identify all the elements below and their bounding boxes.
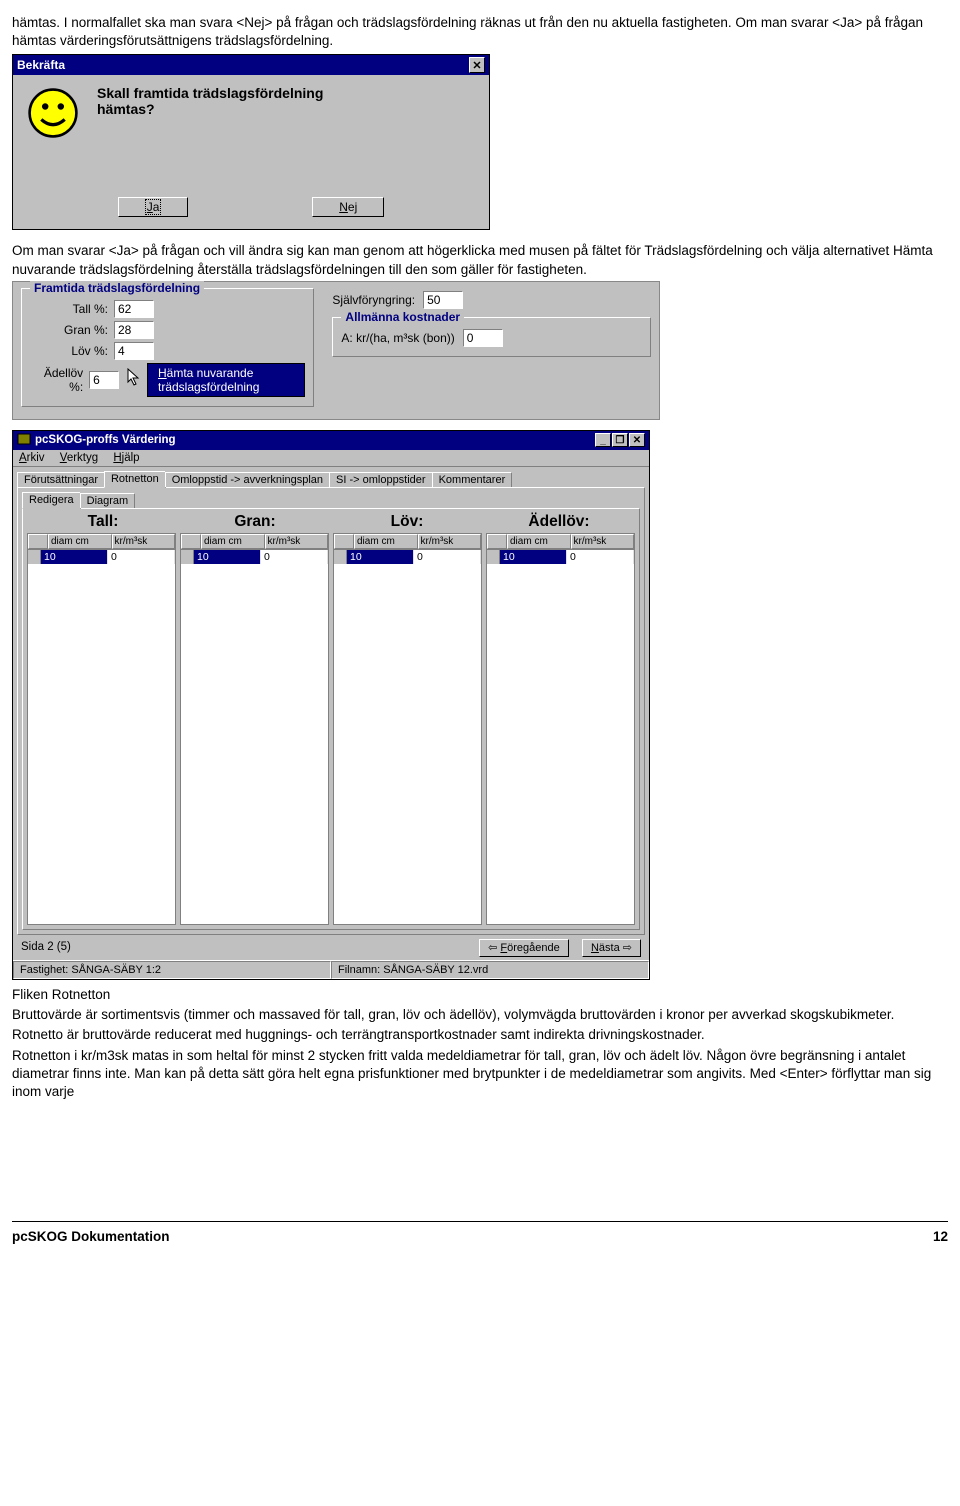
data-table[interactable]: diam cm kr/m³sk 10 0 [486, 533, 635, 925]
sjalvforyngring-input[interactable]: 50 [423, 291, 463, 309]
menu-verktyg[interactable]: Verktyg [60, 452, 98, 464]
groupbox-title-framtida: Framtida trädslagsfördelning [30, 281, 204, 295]
window-title: pcSKOG-proffs Värdering [35, 434, 176, 446]
context-menu-item[interactable]: Hämta nuvarande trädslagsfördelning [147, 363, 305, 397]
confirm-dialog: Bekräfta ✕ Skall framtida trädslagsförde… [12, 54, 490, 230]
paragraph-brutto: Bruttovärde är sortimentsvis (timmer och… [12, 1006, 948, 1024]
subtab-diagram[interactable]: Diagram [80, 493, 136, 508]
main-window: pcSKOG-proffs Värdering _ ❐ ✕ Arkiv Verk… [12, 430, 650, 980]
col-tall: Tall: [27, 513, 179, 531]
page-indicator: Sida 2 (5) [21, 941, 71, 953]
cursor-icon [127, 368, 141, 389]
footer-page: 12 [933, 1229, 948, 1244]
close-icon[interactable]: ✕ [469, 57, 485, 73]
prev-button[interactable]: ⇦ Föregående [479, 939, 569, 957]
lov-input[interactable]: 4 [114, 342, 154, 360]
status-filnamn: Filnamn: SÅNGA-SÄBY 12.vrd [331, 961, 649, 979]
lov-label: Löv %: [30, 344, 114, 358]
kostnad-input[interactable]: 0 [463, 329, 503, 347]
dialog-message-line1: Skall framtida trädslagsfördelning [97, 85, 323, 101]
app-icon [17, 433, 31, 448]
section-heading: Fliken Rotnetton [12, 986, 948, 1004]
dialog-message-line2: hämtas? [97, 101, 323, 117]
tall-label: Tall %: [30, 302, 114, 316]
footer-title: pcSKOG Dokumentation [12, 1229, 170, 1244]
col-lov: Löv: [331, 513, 483, 531]
close-icon[interactable]: ✕ [629, 433, 645, 447]
adellov-input[interactable]: 6 [89, 371, 119, 389]
tab-omloppstid[interactable]: Omloppstid -> avverkningsplan [165, 472, 330, 487]
data-table[interactable]: diam cm kr/m³sk 10 0 [27, 533, 176, 925]
groupbox-title-kostnader: Allmänna kostnader [341, 310, 464, 324]
sjalvforyngring-label: Självföryngring: [332, 293, 415, 307]
gran-label: Gran %: [30, 323, 114, 337]
col-adellov: Ädellöv: [483, 513, 635, 531]
form-panel: Framtida trädslagsfördelning Tall %:62 G… [12, 281, 660, 420]
paragraph-rotnetto: Rotnetto är bruttovärde reducerat med hu… [12, 1026, 948, 1044]
next-button[interactable]: Nästa ⇨ [582, 939, 641, 957]
no-button[interactable]: Nej [312, 197, 384, 217]
paragraph-explain: Om man svarar <Ja> på frågan och vill än… [12, 242, 948, 278]
col-gran: Gran: [179, 513, 331, 531]
gran-input[interactable]: 28 [114, 321, 154, 339]
smiley-icon [27, 87, 79, 139]
status-fastighet: Fastighet: SÅNGA-SÄBY 1:2 [13, 961, 331, 979]
data-table[interactable]: diam cm kr/m³sk 10 0 [180, 533, 329, 925]
data-table[interactable]: diam cm kr/m³sk 10 0 [333, 533, 482, 925]
dialog-title: Bekräfta [17, 58, 65, 72]
menu-hjalp[interactable]: Hjälp [113, 452, 139, 464]
subtab-redigera[interactable]: Redigera [22, 492, 81, 509]
paragraph-rotnetton-input: Rotnetton i kr/m3sk matas in som heltal … [12, 1047, 948, 1102]
yes-button[interactable]: Ja [118, 197, 189, 217]
maximize-icon[interactable]: ❐ [612, 433, 628, 447]
adellov-label: Ädellöv %: [30, 366, 89, 394]
minimize-icon[interactable]: _ [595, 433, 611, 447]
kostnad-label: A: kr/(ha, m³sk (bon)) [341, 331, 454, 345]
menu-arkiv[interactable]: Arkiv [19, 452, 45, 464]
tab-si[interactable]: SI -> omloppstider [329, 472, 433, 487]
tab-rotnetton[interactable]: Rotnetton [104, 471, 166, 488]
paragraph-intro: hämtas. I normalfallet ska man svara <Ne… [12, 14, 948, 50]
tall-input[interactable]: 62 [114, 300, 154, 318]
tab-kommentarer[interactable]: Kommentarer [432, 472, 513, 487]
tab-forutsattningar[interactable]: Förutsättningar [17, 472, 105, 487]
